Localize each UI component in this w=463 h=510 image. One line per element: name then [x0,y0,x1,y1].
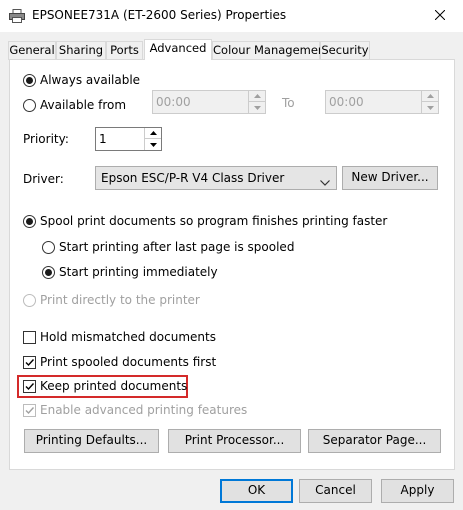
priority-spinner[interactable]: 1 [95,127,162,151]
apply-button[interactable]: Apply [381,479,454,503]
spin-up-icon[interactable] [249,91,265,102]
start-after-last-page-label[interactable]: Start printing after last page is spoole… [59,240,294,254]
print-processor-button[interactable]: Print Processor... [168,429,301,453]
tab-ports[interactable]: Ports [106,41,143,60]
start-after-last-page-radio[interactable] [42,241,55,254]
spin-up-icon[interactable] [422,91,438,102]
close-button[interactable] [417,0,463,32]
from-time-spinner[interactable]: 00:00 [152,90,266,114]
available-from-label[interactable]: Available from [40,98,126,112]
new-driver-button[interactable]: New Driver... [342,166,438,190]
spin-up-icon[interactable] [145,128,161,139]
print-spooled-first-label[interactable]: Print spooled documents first [40,355,216,369]
to-time-value: 00:00 [329,95,364,109]
driver-value: Epson ESC/P-R V4 Class Driver [101,171,285,185]
printer-icon [9,9,25,23]
from-time-value: 00:00 [156,95,191,109]
cancel-button[interactable]: Cancel [299,479,372,503]
always-available-label[interactable]: Always available [40,73,140,87]
hold-mismatched-label[interactable]: Hold mismatched documents [40,330,216,344]
tab-colour-management[interactable]: Colour Management [212,41,330,60]
start-immediately-radio[interactable] [42,266,55,279]
priority-label: Priority: [23,132,69,146]
keep-printed-documents-checkbox[interactable] [23,380,36,393]
close-icon [434,9,446,23]
tab-advanced[interactable]: Advanced [144,39,212,60]
start-immediately-label[interactable]: Start printing immediately [59,265,218,279]
driver-label: Driver: [23,172,64,186]
available-from-radio[interactable] [23,99,36,112]
spool-radio[interactable] [23,215,36,228]
chevron-down-icon [320,175,330,189]
spool-label[interactable]: Spool print documents so program finishe… [40,214,387,228]
spin-down-icon[interactable] [422,102,438,113]
print-directly-radio[interactable] [23,294,36,307]
tab-sharing[interactable]: Sharing [56,41,106,60]
hold-mismatched-checkbox[interactable] [23,331,36,344]
to-time-spinner[interactable]: 00:00 [325,90,439,114]
print-spooled-first-checkbox[interactable] [23,356,36,369]
enable-advanced-features-label[interactable]: Enable advanced printing features [40,403,247,417]
tab-general[interactable]: General [8,41,56,60]
title-bar: EPSONEE731A (ET-2600 Series) Properties [0,0,463,32]
keep-printed-documents-label[interactable]: Keep printed documents [40,379,187,393]
priority-value: 1 [99,132,107,146]
print-directly-label[interactable]: Print directly to the printer [40,293,200,307]
spin-down-icon[interactable] [145,139,161,150]
ok-button[interactable]: OK [220,479,293,503]
properties-window: EPSONEE731A (ET-2600 Series) Properties … [0,0,463,510]
to-label: To [282,96,295,110]
driver-select[interactable]: Epson ESC/P-R V4 Class Driver [95,166,337,190]
window-title: EPSONEE731A (ET-2600 Series) Properties [32,8,287,22]
tab-security[interactable]: Security [320,41,370,60]
printing-defaults-button[interactable]: Printing Defaults... [24,429,159,453]
separator-page-button[interactable]: Separator Page... [308,429,441,453]
spin-down-icon[interactable] [249,102,265,113]
always-available-radio[interactable] [23,74,36,87]
enable-advanced-features-checkbox[interactable] [23,404,36,417]
